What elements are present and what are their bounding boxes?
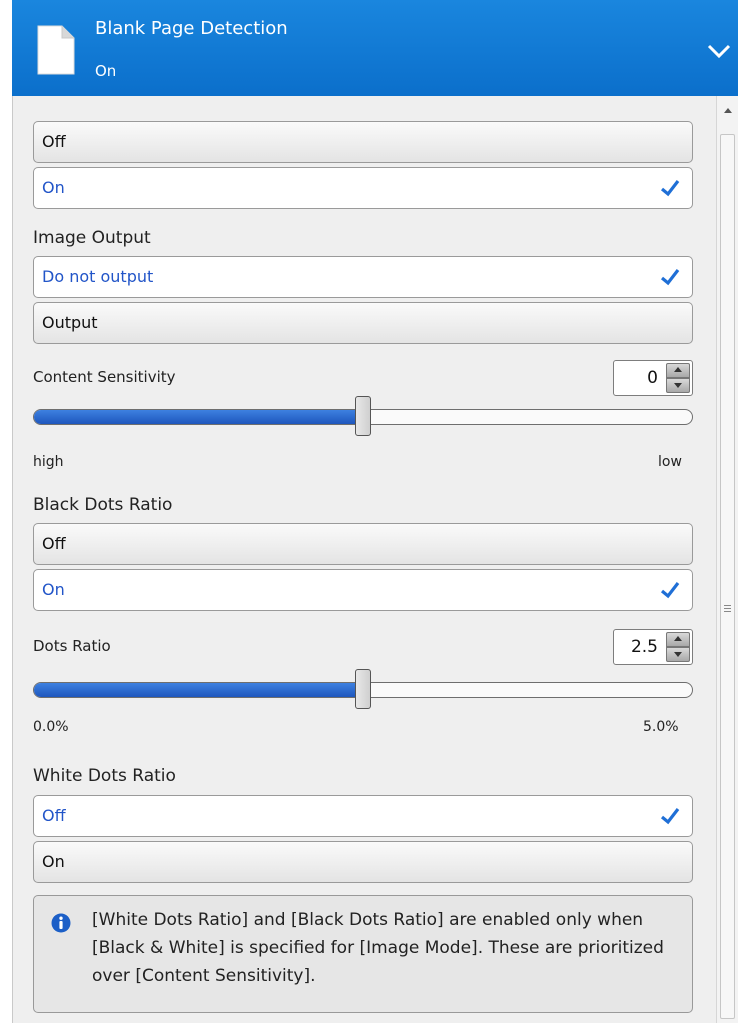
dots-ratio-min-label: 0.0%	[33, 719, 69, 735]
content-sensitivity-min-label: high	[33, 454, 64, 470]
checkmark-icon	[660, 180, 680, 197]
option-label: Off	[42, 132, 66, 151]
slider-fill	[34, 683, 363, 697]
header-value: On	[95, 62, 117, 80]
scroll-up-arrow-icon[interactable]	[724, 108, 732, 113]
spinner-up-icon[interactable]	[666, 632, 690, 647]
dots-ratio-slider[interactable]	[33, 669, 693, 709]
spinner-down-icon[interactable]	[666, 647, 690, 662]
dots-ratio-spinner[interactable]: 2.5	[613, 629, 693, 665]
spinner-value: 2.5	[630, 637, 658, 657]
checkmark-icon	[660, 582, 680, 599]
slider-thumb[interactable]	[355, 669, 371, 709]
black-dots-on-option[interactable]: On	[33, 569, 693, 611]
blank-page-on-option[interactable]: On	[33, 167, 693, 209]
option-label: Output	[42, 313, 98, 332]
checkmark-icon	[660, 808, 680, 825]
slider-thumb[interactable]	[355, 396, 371, 436]
info-icon	[51, 913, 71, 933]
slider-fill	[34, 410, 363, 424]
grip-icon	[724, 605, 731, 614]
dots-ratio-label: Dots Ratio	[33, 637, 111, 655]
blank-page-off-option[interactable]: Off	[33, 121, 693, 163]
white-dots-on-option[interactable]: On	[33, 841, 693, 883]
info-text: [White Dots Ratio] and [Black Dots Ratio…	[92, 910, 664, 986]
panel-header[interactable]: Blank Page Detection On	[12, 0, 738, 97]
image-output-do-not-output-option[interactable]: Do not output	[33, 256, 693, 298]
dots-ratio-max-label: 5.0%	[643, 719, 679, 735]
scroll-thumb[interactable]	[720, 134, 735, 1019]
vertical-scrollbar[interactable]	[716, 96, 738, 1023]
option-label: Off	[42, 534, 66, 553]
content-sensitivity-max-label: low	[658, 454, 682, 470]
content-sensitivity-slider[interactable]	[33, 396, 693, 436]
info-note: [White Dots Ratio] and [Black Dots Ratio…	[33, 895, 693, 1013]
white-dots-ratio-label: White Dots Ratio	[33, 766, 176, 786]
image-output-label: Image Output	[33, 228, 151, 248]
option-label: On	[42, 852, 65, 871]
chevron-down-icon[interactable]	[706, 42, 732, 60]
white-dots-off-option[interactable]: Off	[33, 795, 693, 837]
option-label: Do not output	[42, 267, 154, 286]
spinner-up-icon[interactable]	[666, 363, 690, 378]
spinner-value: 0	[647, 368, 658, 388]
content-sensitivity-label: Content Sensitivity	[33, 368, 176, 386]
header-title: Blank Page Detection	[95, 18, 288, 39]
image-output-output-option[interactable]: Output	[33, 302, 693, 344]
content-sensitivity-spinner[interactable]: 0	[613, 360, 693, 396]
option-label: Off	[42, 806, 66, 825]
spinner-down-icon[interactable]	[666, 378, 690, 393]
document-icon	[37, 25, 75, 75]
checkmark-icon	[660, 269, 680, 286]
black-dots-off-option[interactable]: Off	[33, 523, 693, 565]
black-dots-ratio-label: Black Dots Ratio	[33, 495, 173, 515]
option-label: On	[42, 580, 65, 599]
option-label: On	[42, 178, 65, 197]
